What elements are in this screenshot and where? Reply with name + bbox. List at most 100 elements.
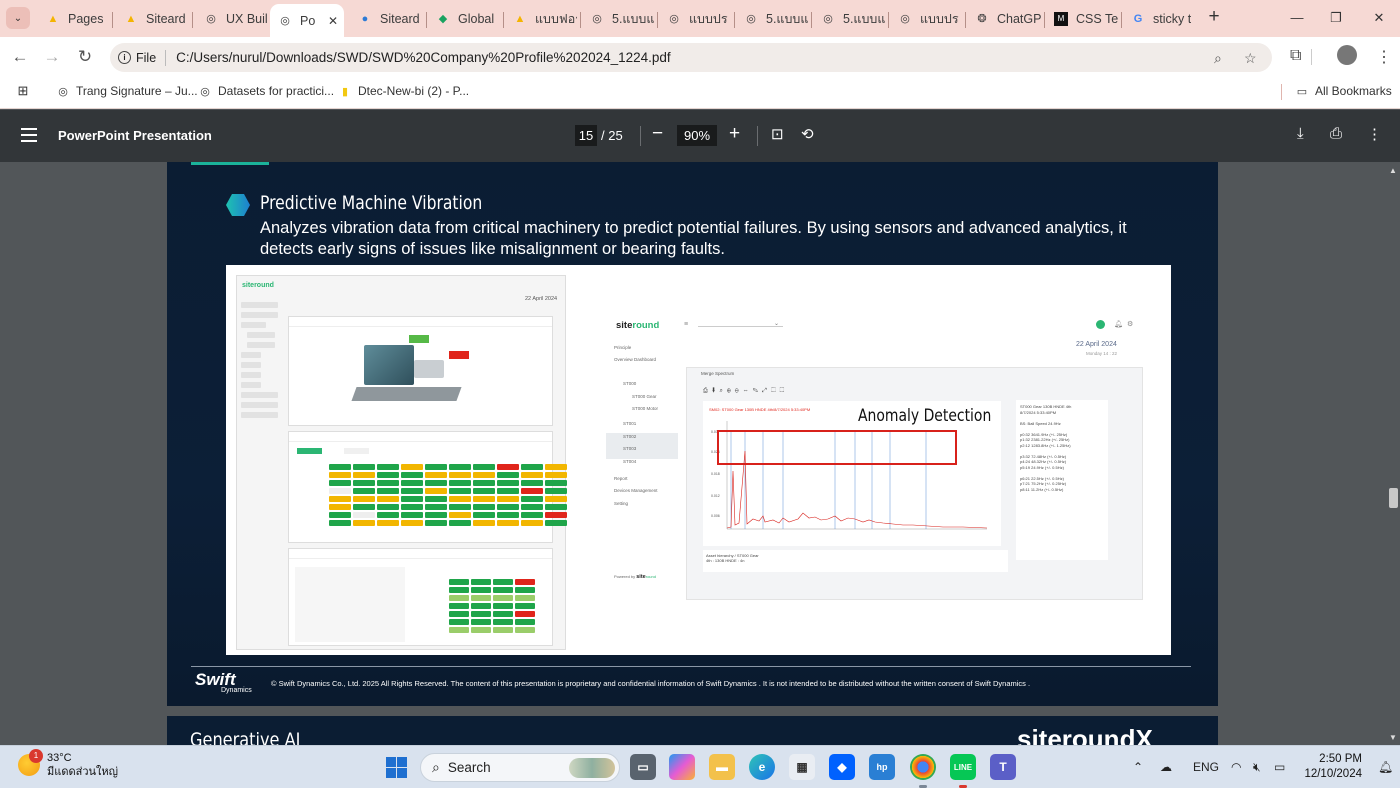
tab-ux-builder[interactable]: ◎ UX Buil <box>196 4 268 33</box>
edge-icon[interactable]: e <box>749 754 775 780</box>
tab-form-1[interactable]: ▲ แบบฟอร <box>505 4 577 33</box>
tab-siteard-2[interactable]: ● Siteard <box>350 4 422 33</box>
chevron-down-icon: ⌄ <box>774 321 780 327</box>
status-cell <box>471 627 491 633</box>
apps-grid-icon[interactable]: ⊞ <box>16 83 36 98</box>
globe-icon: ◎ <box>669 13 679 25</box>
tray-overflow-icon[interactable]: ⌃ <box>1133 760 1143 774</box>
line-icon[interactable]: LINE <box>950 754 976 780</box>
language-indicator[interactable]: ENG <box>1193 760 1219 774</box>
site-info-chip[interactable]: i File <box>118 51 156 65</box>
start-button[interactable] <box>386 757 407 778</box>
status-cell <box>353 480 375 486</box>
status-cell <box>329 520 351 526</box>
address-bar[interactable]: i File C:/Users/nurul/Downloads/SWD/SWD%… <box>110 43 1272 72</box>
status-cell <box>353 512 375 518</box>
more-options-icon[interactable]: ⋮ <box>1367 125 1382 143</box>
zoom-out-button[interactable]: − <box>652 123 663 145</box>
status-cell <box>493 611 513 617</box>
maximize-button[interactable]: ❐ <box>1321 7 1351 29</box>
print-icon[interactable]: ⎙ <box>1330 125 1342 142</box>
dropbox-icon[interactable]: ◆ <box>829 754 855 780</box>
download-icon[interactable]: ⤓ <box>1297 125 1304 142</box>
status-cell <box>401 472 423 478</box>
tab-pages[interactable]: ▲ Pages <box>38 4 108 33</box>
close-window-button[interactable]: ✕ <box>1364 7 1394 29</box>
tab-css[interactable]: M CSS Tex <box>1046 4 1118 33</box>
file-explorer-icon[interactable]: ▬ <box>709 754 735 780</box>
tab-form-3[interactable]: ◎ แบบปร <box>659 4 731 33</box>
status-cell <box>497 480 519 486</box>
powered-by: Powered by siteround <box>614 574 656 580</box>
scrollbar-thumb[interactable] <box>1389 488 1398 508</box>
pdf-viewport[interactable]: Predictive Machine Vibration Analyzes vi… <box>0 162 1400 745</box>
task-view-icon[interactable]: ▭ <box>630 754 656 780</box>
wifi-icon[interactable]: ◠ <box>1231 760 1241 774</box>
close-tab-icon[interactable]: ✕ <box>328 14 338 28</box>
extensions-icon[interactable]: ⧉ <box>1290 47 1301 65</box>
tab-siteard-1[interactable]: ▲ Siteard <box>116 4 188 33</box>
taskbar-search[interactable]: ⌕ Search <box>420 753 620 782</box>
tab-form-6[interactable]: ◎ แบบปร <box>890 4 962 33</box>
teams-icon[interactable]: T <box>990 754 1016 780</box>
onedrive-icon[interactable]: ☁ <box>1160 760 1172 774</box>
status-cell <box>497 464 519 470</box>
url-text[interactable]: C:/Users/nurul/Downloads/SWD/SWD%20Compa… <box>176 50 671 65</box>
profile-avatar[interactable] <box>1337 45 1357 65</box>
svg-text:0.012: 0.012 <box>711 494 720 498</box>
status-cell <box>449 464 471 470</box>
vertical-scrollbar[interactable]: ▲ ▼ <box>1386 162 1400 745</box>
copilot-icon[interactable] <box>669 754 695 780</box>
fit-page-icon[interactable]: ⊡ <box>771 125 784 143</box>
tab-form-2[interactable]: ◎ 5.แบบแ <box>582 4 654 33</box>
more-menu-icon[interactable]: ⋮ <box>1376 47 1392 67</box>
all-bookmarks-button[interactable]: ▭ All Bookmarks <box>1295 84 1392 98</box>
myhp-icon[interactable]: hp <box>869 754 895 780</box>
tab-sticky[interactable]: G sticky t <box>1123 4 1195 33</box>
bookmark-datasets[interactable]: ◎ Datasets for practici... <box>198 84 334 98</box>
minimize-button[interactable]: — <box>1282 7 1312 29</box>
reload-button[interactable]: ↻ <box>74 46 96 68</box>
back-button[interactable]: ← <box>9 46 31 68</box>
svg-text:0.018: 0.018 <box>711 472 720 476</box>
menu-icon[interactable] <box>21 128 37 146</box>
merge-spectrum-panel: Merge Spectrum ⎙⬇⌕⊕⊖⇔✎⤢⬚⬚ SM02: ST000 Ge… <box>686 367 1143 600</box>
zoom-icon[interactable]: ⌕ <box>1214 50 1222 67</box>
tab-form-4[interactable]: ◎ 5.แบบแ <box>736 4 808 33</box>
status-cell <box>493 595 513 601</box>
status-cell <box>377 464 399 470</box>
status-matrix-panel <box>288 431 567 543</box>
battery-icon[interactable]: ▭ <box>1274 760 1285 774</box>
forward-button[interactable]: → <box>41 46 63 68</box>
windows-taskbar: 1 33°C มีแดดส่วนใหญ่ ⌕ Search ▭ ▬ e ▦ ◆ h… <box>0 745 1400 788</box>
zoom-in-button[interactable]: + <box>729 123 740 145</box>
weather-widget[interactable]: 1 33°C มีแดดส่วนใหญ่ <box>18 749 119 779</box>
chrome-icon[interactable] <box>910 754 936 780</box>
tab-pdf-active[interactable]: ◎ Po ✕ <box>270 4 344 37</box>
bookmark-trang-signature[interactable]: ◎ Trang Signature – Ju... <box>56 84 197 98</box>
machine-3d-panel <box>288 316 553 426</box>
tab-chatgpt[interactable]: ❂ ChatGP <box>967 4 1041 33</box>
new-tab-button[interactable]: + <box>1203 6 1225 30</box>
notifications-bell-icon[interactable]: 🔔︎ <box>1378 760 1393 774</box>
page-number-input[interactable]: 15 <box>575 125 597 146</box>
search-highlight-image <box>569 758 615 778</box>
clock[interactable]: 2:50 PM 12/10/2024 <box>1300 752 1362 782</box>
status-cell <box>353 520 375 526</box>
status-cell <box>425 512 447 518</box>
zoom-input[interactable]: 90% <box>677 125 717 146</box>
sheets-icon: ◆ <box>438 13 448 25</box>
tab-title: ChatGP <box>997 11 1041 26</box>
bookmark-star-icon[interactable]: ☆ <box>1244 50 1257 67</box>
status-cell <box>425 480 447 486</box>
tab-search-button[interactable]: ⌄ <box>6 7 30 29</box>
search-icon: ⌕ <box>432 759 440 775</box>
rotate-icon[interactable]: ⟲ <box>801 125 814 143</box>
volume-muted-icon[interactable]: 🔇︎ <box>1253 760 1261 775</box>
microsoft-store-icon[interactable]: ▦ <box>789 754 815 780</box>
tab-form-5[interactable]: ◎ 5.แบบแ <box>813 4 885 33</box>
weather-text: มีแดดส่วนใหญ่ <box>47 766 119 778</box>
tab-global[interactable]: ◆ Global <box>428 4 500 33</box>
status-cell <box>449 579 469 585</box>
bookmark-dtec[interactable]: ▮ Dtec-New-bi (2) - P... <box>338 84 469 98</box>
